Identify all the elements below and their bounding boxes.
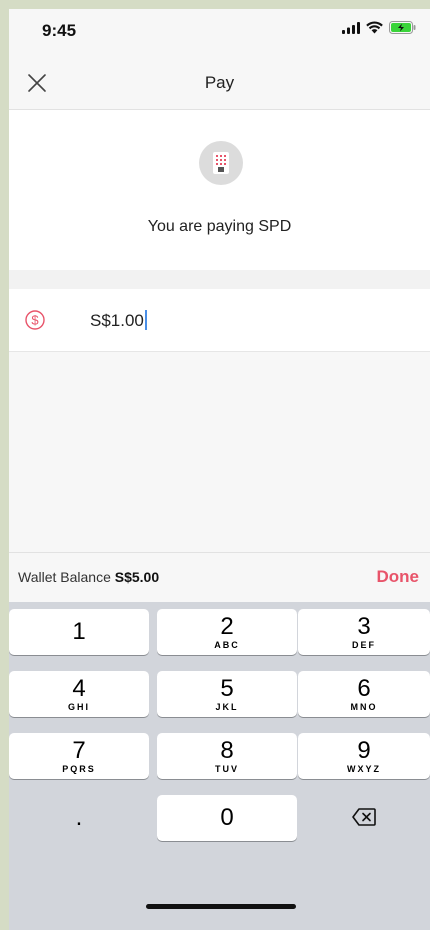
wallet-balance-amount: S$5.00 [114, 569, 160, 585]
amount-value: S$1.00 [90, 310, 147, 331]
key-3[interactable]: 3 DEF [298, 609, 430, 655]
key-5[interactable]: 5 JKL [157, 671, 297, 717]
header: Pay [9, 57, 430, 110]
dollar-icon: $ [25, 310, 45, 330]
balance-bar: Wallet Balance S$5.00 Done [9, 552, 430, 603]
status-icons [342, 21, 416, 39]
wallet-balance: Wallet Balance S$5.00 [18, 569, 159, 585]
key-1[interactable]: 1 [9, 609, 149, 655]
phone-screen: 9:45 Pay You are paying SPD $ S$1.00 Wal… [9, 9, 430, 930]
numeric-keypad: 1 2 ABC 3 DEF 4 GHI 5 JKL 6 MNO 7 PQRS 8… [9, 602, 430, 930]
key-8[interactable]: 8 TUV [157, 733, 297, 779]
text-cursor [144, 310, 147, 330]
key-4[interactable]: 4 GHI [9, 671, 149, 717]
backspace-key[interactable] [298, 795, 430, 841]
key-2[interactable]: 2 ABC [157, 609, 297, 655]
page-title: Pay [204, 73, 235, 92]
home-indicator[interactable] [146, 904, 296, 909]
status-time: 9:45 [42, 21, 77, 40]
key-7[interactable]: 7 PQRS [9, 733, 149, 779]
key-9[interactable]: 9 WXYZ [298, 733, 430, 779]
wallet-balance-label: Wallet Balance [18, 569, 111, 585]
key-0[interactable]: 0 [157, 795, 297, 841]
wifi-icon [366, 21, 383, 39]
key-decimal[interactable]: . [9, 795, 149, 841]
merchant-section: You are paying SPD [9, 110, 430, 270]
status-bar: 9:45 [9, 9, 430, 57]
done-button[interactable]: Done [377, 567, 420, 587]
battery-icon [389, 21, 416, 39]
merchant-avatar [199, 141, 243, 185]
building-icon [213, 152, 229, 174]
content-spacer [9, 352, 430, 552]
section-divider [9, 270, 430, 289]
signal-icon [342, 21, 360, 39]
backspace-icon [352, 808, 376, 826]
svg-text:$: $ [31, 313, 39, 328]
key-6[interactable]: 6 MNO [298, 671, 430, 717]
amount-input[interactable]: $ S$1.00 [9, 289, 430, 352]
paying-text: You are paying SPD [147, 218, 292, 235]
